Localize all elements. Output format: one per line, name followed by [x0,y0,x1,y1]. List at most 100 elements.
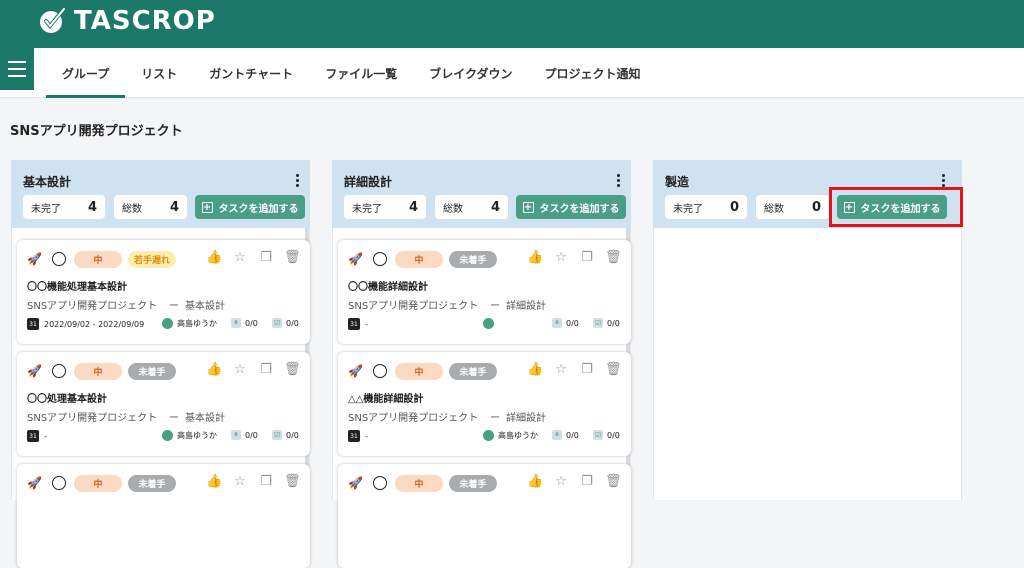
copy-icon[interactable]: ❐ [258,250,274,266]
task-card[interactable]: 🚀 中 未着手 👍 ☆ ❐ 🗑 〇〇機能詳細設計 SNSアプリ開発プロジェクト … [338,240,631,344]
total-count: 4 [169,199,179,215]
task-card[interactable]: 🚀 中 若手遅れ 👍 ☆ ❐ 🗑 〇〇機能処理基本設計 SNSアプリ開発プロジェ… [17,240,310,344]
copy-icon[interactable]: ❐ [579,474,595,490]
like-icon[interactable]: 👍 [527,250,543,266]
trash-icon[interactable]: 🗑 [605,362,622,378]
task-card[interactable]: 🚀 中 未着手 👍 ☆ ❐ 🗑 [17,464,310,568]
tab-group[interactable]: グループ [46,48,126,98]
total-stat: 総数 4 [114,195,187,219]
copy-icon[interactable]: ❐ [579,362,595,378]
project-name: SNSアプリ開発プロジェクト [27,413,158,424]
subtask-count: ⚘ 0/0 [552,318,579,328]
more-icon[interactable] [942,174,946,187]
date-range[interactable]: - [365,430,368,443]
date-range[interactable]: - [44,430,47,443]
priority-badge[interactable]: 中 [395,250,443,268]
checklist-value: 0/0 [607,318,620,328]
complete-checkbox[interactable] [373,476,387,490]
priority-badge[interactable]: 中 [395,474,443,492]
project-name: SNSアプリ開発プロジェクト [27,301,158,312]
date-range[interactable]: 2022/09/02 - 2022/09/09 [44,318,144,331]
more-icon[interactable] [296,174,300,187]
app-logo[interactable]: TASCROP [38,6,216,36]
star-icon[interactable]: ☆ [553,250,569,266]
avatar [483,430,494,441]
priority-badge[interactable]: 中 [74,362,122,380]
task-name[interactable]: 〇〇機能処理基本設計 [27,278,127,293]
complete-checkbox[interactable] [373,252,387,266]
rocket-icon[interactable]: 🚀 [27,252,42,266]
incomplete-label: 未完了 [31,203,61,215]
add-task-button[interactable]: + タスクを追加する [516,195,626,219]
tab-files[interactable]: ファイル一覧 [309,48,413,98]
star-icon[interactable]: ☆ [232,474,248,490]
rocket-icon[interactable]: 🚀 [348,476,363,490]
assignee[interactable]: 高島ゆうか [162,318,217,329]
like-icon[interactable]: 👍 [527,362,543,378]
status-badge[interactable]: 未着手 [449,250,497,268]
status-badge[interactable]: 未着手 [128,362,176,380]
trash-icon[interactable]: 🗑 [605,250,622,266]
complete-checkbox[interactable] [52,364,66,378]
assignee[interactable]: 高島ゆうか [483,430,538,441]
copy-icon[interactable]: ❐ [579,250,595,266]
star-icon[interactable]: ☆ [553,474,569,490]
trash-icon[interactable]: 🗑 [284,362,301,378]
tab-gantt[interactable]: ガントチャート [193,48,309,98]
status-badge[interactable]: 未着手 [449,362,497,380]
rocket-icon[interactable]: 🚀 [27,364,42,378]
total-count: 4 [490,199,500,215]
complete-checkbox[interactable] [52,476,66,490]
status-badge[interactable]: 未着手 [449,474,497,492]
rocket-icon[interactable]: 🚀 [27,476,42,490]
like-icon[interactable]: 👍 [206,474,222,490]
trash-icon[interactable]: 🗑 [284,474,301,490]
subtask-icon: ⚘ [231,430,241,440]
trash-icon[interactable]: 🗑 [605,474,622,490]
more-icon[interactable] [617,174,621,187]
parent-group: 詳細設計 [506,413,546,424]
tab-breakdown[interactable]: ブレイクダウン [413,48,528,98]
menu-icon[interactable] [0,48,34,90]
task-card[interactable]: 🚀 中 未着手 👍 ☆ ❐ 🗑 △△機能詳細設計 SNSアプリ開発プロジェクト … [338,352,631,456]
status-badge[interactable]: 未着手 [128,474,176,492]
subtask-value: 0/0 [566,430,579,440]
complete-checkbox[interactable] [52,252,66,266]
task-name[interactable]: △△機能詳細設計 [348,390,423,405]
priority-badge[interactable]: 中 [74,250,122,268]
subtask-count: ⚘ 0/0 [552,430,579,440]
task-card[interactable]: 🚀 中 未着手 👍 ☆ ❐ 🗑 〇〇処理基本設計 SNSアプリ開発プロジェクト … [17,352,310,456]
subtask-count: ⚘ 0/0 [231,430,258,440]
checklist-value: 0/0 [286,430,299,440]
like-icon[interactable]: 👍 [206,250,222,266]
task-card[interactable]: 🚀 中 未着手 👍 ☆ ❐ 🗑 [338,464,631,568]
copy-icon[interactable]: ❐ [258,362,274,378]
assignee-name: 高島ゆうか [177,431,217,440]
like-icon[interactable]: 👍 [206,362,222,378]
star-icon[interactable]: ☆ [232,362,248,378]
star-icon[interactable]: ☆ [232,250,248,266]
add-task-button[interactable]: + タスクを追加する [195,195,305,219]
checklist-icon: ☑ [272,318,282,328]
trash-icon[interactable]: 🗑 [284,250,301,266]
add-task-label: タスクを追加する [218,203,299,215]
task-name[interactable]: 〇〇処理基本設計 [27,390,107,405]
assignee[interactable] [483,318,498,329]
checklist-icon: ☑ [272,430,282,440]
priority-badge[interactable]: 中 [74,474,122,492]
tab-list[interactable]: リスト [125,48,193,98]
rocket-icon[interactable]: 🚀 [348,364,363,378]
complete-checkbox[interactable] [373,364,387,378]
date-range[interactable]: - [365,318,368,331]
tab-notifications[interactable]: プロジェクト通知 [528,48,656,98]
view-tabs: グループ リスト ガントチャート ファイル一覧 ブレイクダウン プロジェクト通知 [46,48,657,98]
copy-icon[interactable]: ❐ [258,474,274,490]
incomplete-stat: 未完了 4 [344,195,426,219]
assignee[interactable]: 高島ゆうか [162,430,217,441]
star-icon[interactable]: ☆ [553,362,569,378]
rocket-icon[interactable]: 🚀 [348,252,363,266]
status-badge[interactable]: 若手遅れ [128,250,176,268]
task-name[interactable]: 〇〇機能詳細設計 [348,278,428,293]
priority-badge[interactable]: 中 [395,362,443,380]
like-icon[interactable]: 👍 [527,474,543,490]
